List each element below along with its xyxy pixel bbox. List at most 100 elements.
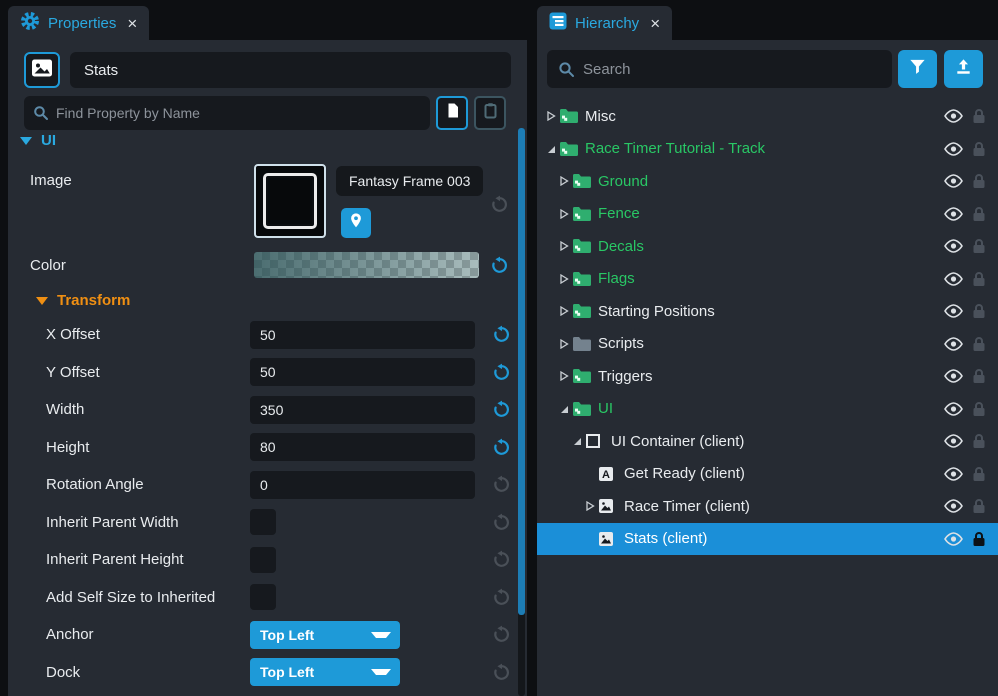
lock-icon[interactable] bbox=[966, 336, 992, 352]
expand-arrow-icon[interactable] bbox=[556, 241, 572, 251]
reset-image-button[interactable] bbox=[489, 194, 509, 214]
width-label: Width bbox=[46, 401, 250, 418]
visibility-eye-icon[interactable] bbox=[940, 434, 966, 448]
x-offset-input[interactable] bbox=[250, 321, 475, 349]
tree-item-triggers[interactable]: Triggers bbox=[537, 360, 998, 393]
lock-icon[interactable] bbox=[966, 433, 992, 449]
tree-item-ui-container-client[interactable]: UI Container (client) bbox=[537, 425, 998, 458]
lock-icon[interactable] bbox=[966, 303, 992, 319]
y-offset-input[interactable] bbox=[250, 358, 475, 386]
lock-icon[interactable] bbox=[966, 368, 992, 384]
tree-item-race-timer-tutorial-track[interactable]: Race Timer Tutorial - Track bbox=[537, 133, 998, 166]
tree-item-race-timer-client[interactable]: Race Timer (client) bbox=[537, 490, 998, 523]
visibility-eye-icon[interactable] bbox=[940, 272, 966, 286]
group-folder-icon bbox=[572, 368, 596, 384]
expand-arrow-icon[interactable] bbox=[556, 176, 572, 186]
dock-dropdown[interactable]: Top Left bbox=[250, 658, 400, 686]
folder-icon bbox=[572, 336, 596, 352]
paste-properties-button[interactable] bbox=[474, 96, 506, 130]
lock-icon[interactable] bbox=[966, 141, 992, 157]
tree-item-ground[interactable]: Ground bbox=[537, 165, 998, 198]
visibility-eye-icon[interactable] bbox=[940, 142, 966, 156]
tab-properties[interactable]: Properties × bbox=[8, 6, 149, 40]
visibility-eye-icon[interactable] bbox=[940, 499, 966, 513]
reset-width-button[interactable] bbox=[491, 400, 511, 420]
anchor-dropdown[interactable]: Top Left bbox=[250, 621, 400, 649]
expand-arrow-icon[interactable] bbox=[556, 371, 572, 381]
ui-image-icon bbox=[598, 498, 622, 514]
expand-arrow-icon[interactable] bbox=[543, 111, 559, 121]
visibility-eye-icon[interactable] bbox=[940, 402, 966, 416]
export-button[interactable] bbox=[944, 50, 983, 88]
lock-icon[interactable] bbox=[966, 466, 992, 482]
reset-add-self-size-button[interactable] bbox=[491, 587, 511, 607]
lock-icon[interactable] bbox=[966, 108, 992, 124]
tree-item-stats-client[interactable]: Stats (client) bbox=[537, 523, 998, 556]
width-input[interactable] bbox=[250, 396, 475, 424]
find-property-input[interactable] bbox=[24, 96, 430, 130]
tree-item-misc[interactable]: Misc bbox=[537, 100, 998, 133]
lock-icon[interactable] bbox=[966, 271, 992, 287]
add-self-size-checkbox[interactable] bbox=[250, 584, 276, 610]
object-name-input[interactable] bbox=[70, 52, 511, 88]
asset-picker-button[interactable] bbox=[341, 208, 371, 238]
copy-properties-button[interactable] bbox=[436, 96, 468, 130]
lock-icon[interactable] bbox=[966, 238, 992, 254]
visibility-eye-icon[interactable] bbox=[940, 467, 966, 481]
reset-dock-button[interactable] bbox=[491, 662, 511, 682]
reset-height-button[interactable] bbox=[491, 437, 511, 457]
rotation-angle-input[interactable] bbox=[250, 471, 475, 499]
expand-arrow-icon[interactable] bbox=[556, 339, 572, 349]
collapse-arrow-icon[interactable] bbox=[556, 404, 572, 414]
reset-inherit-width-button[interactable] bbox=[491, 512, 511, 532]
reset-y-offset-button[interactable] bbox=[491, 362, 511, 382]
ui-section-header[interactable]: UI bbox=[20, 132, 56, 149]
collapse-arrow-icon[interactable] bbox=[543, 144, 559, 154]
tree-item-fence[interactable]: Fence bbox=[537, 198, 998, 231]
visibility-eye-icon[interactable] bbox=[940, 174, 966, 188]
reset-rotation-button[interactable] bbox=[491, 475, 511, 495]
transform-section-label: Transform bbox=[57, 292, 130, 309]
tree-item-starting-positions[interactable]: Starting Positions bbox=[537, 295, 998, 328]
tree-item-get-ready-client[interactable]: A Get Ready (client) bbox=[537, 458, 998, 491]
reset-color-button[interactable] bbox=[489, 255, 509, 275]
color-swatch[interactable] bbox=[254, 252, 479, 278]
height-input[interactable] bbox=[250, 433, 475, 461]
visibility-eye-icon[interactable] bbox=[940, 109, 966, 123]
image-asset-thumbnail[interactable] bbox=[254, 164, 326, 238]
visibility-eye-icon[interactable] bbox=[940, 337, 966, 351]
tree-item-scripts[interactable]: Scripts bbox=[537, 328, 998, 361]
lock-icon[interactable] bbox=[966, 173, 992, 189]
lock-icon[interactable] bbox=[966, 498, 992, 514]
close-hierarchy-tab-button[interactable]: × bbox=[650, 15, 660, 32]
tab-hierarchy[interactable]: Hierarchy × bbox=[537, 6, 672, 40]
expand-arrow-icon[interactable] bbox=[556, 274, 572, 284]
inherit-parent-height-checkbox[interactable] bbox=[250, 547, 276, 573]
reset-x-offset-button[interactable] bbox=[491, 325, 511, 345]
tree-item-decals[interactable]: Decals bbox=[537, 230, 998, 263]
visibility-eye-icon[interactable] bbox=[940, 532, 966, 546]
visibility-eye-icon[interactable] bbox=[940, 207, 966, 221]
reset-inherit-height-button[interactable] bbox=[491, 550, 511, 570]
visibility-eye-icon[interactable] bbox=[940, 239, 966, 253]
tree-item-ui[interactable]: UI bbox=[537, 393, 998, 426]
tree-item-flags[interactable]: Flags bbox=[537, 263, 998, 296]
lock-icon[interactable] bbox=[966, 531, 992, 547]
expand-arrow-icon[interactable] bbox=[556, 306, 572, 316]
reset-anchor-button[interactable] bbox=[491, 625, 511, 645]
lock-icon[interactable] bbox=[966, 401, 992, 417]
object-type-button[interactable] bbox=[24, 52, 60, 88]
visibility-eye-icon[interactable] bbox=[940, 304, 966, 318]
transform-section-header[interactable]: Transform bbox=[36, 292, 130, 309]
inherit-parent-width-checkbox[interactable] bbox=[250, 509, 276, 535]
visibility-eye-icon[interactable] bbox=[940, 369, 966, 383]
collapse-arrow-icon[interactable] bbox=[569, 436, 585, 446]
expand-arrow-icon[interactable] bbox=[582, 501, 598, 511]
expand-arrow-icon[interactable] bbox=[556, 209, 572, 219]
filter-button[interactable] bbox=[898, 50, 937, 88]
image-asset-name-chip[interactable]: Fantasy Frame 003 bbox=[336, 166, 483, 196]
lock-icon[interactable] bbox=[966, 206, 992, 222]
hierarchy-search-input[interactable] bbox=[547, 50, 892, 88]
close-properties-tab-button[interactable]: × bbox=[127, 15, 137, 32]
scrollbar-thumb[interactable] bbox=[518, 128, 525, 615]
